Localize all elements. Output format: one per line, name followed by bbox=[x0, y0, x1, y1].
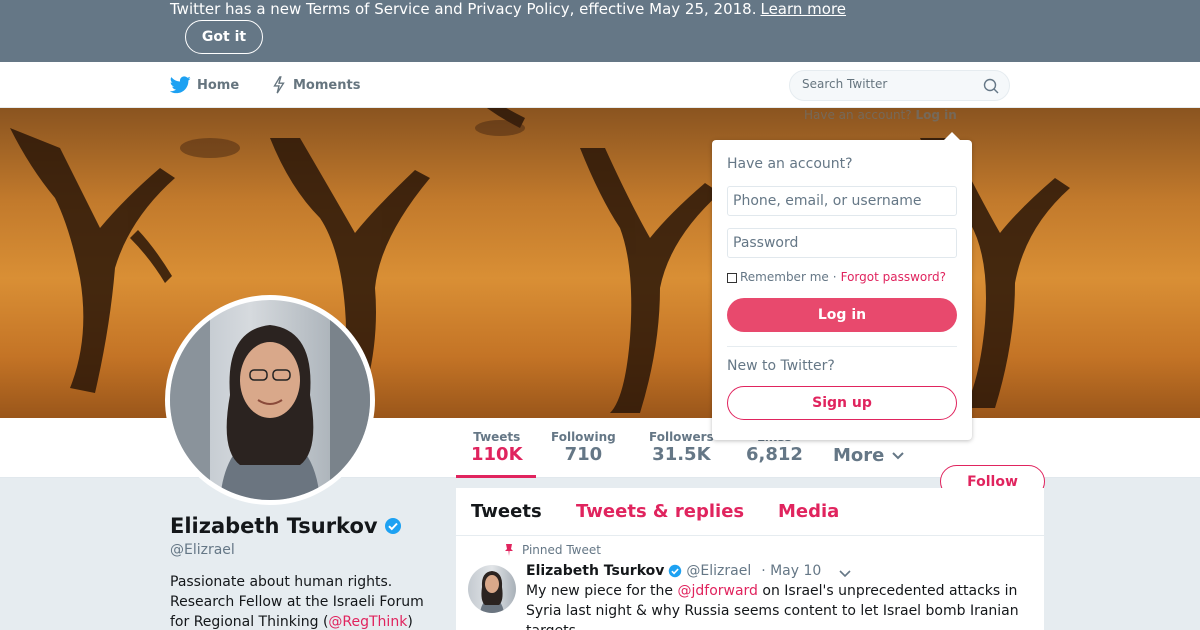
nav-moments-label: Moments bbox=[293, 77, 361, 93]
active-stat-underline bbox=[456, 475, 536, 478]
more-label: More bbox=[833, 445, 885, 466]
new-to-twitter-text: New to Twitter? bbox=[727, 358, 835, 374]
stat-value: 31.5K bbox=[652, 444, 711, 465]
stat-value: 110K bbox=[471, 444, 523, 465]
tweet-text-before: My new piece for the bbox=[526, 583, 678, 599]
profile-avatar[interactable] bbox=[165, 295, 375, 505]
stat-value: 710 bbox=[564, 444, 603, 465]
password-field[interactable] bbox=[727, 228, 957, 258]
tab-tweets-replies[interactable]: Tweets & replies bbox=[576, 501, 744, 522]
tweet-header: Elizabeth Tsurkov @Elizrael · May 10 bbox=[526, 563, 821, 579]
tweet-author-name[interactable]: Elizabeth Tsurkov bbox=[526, 563, 664, 579]
username-field[interactable] bbox=[727, 186, 957, 216]
stat-followers[interactable]: Followers 31.5K bbox=[649, 430, 714, 465]
avatar-photo bbox=[170, 300, 370, 500]
tweet-author-handle[interactable]: @Elizrael bbox=[686, 563, 751, 579]
divider bbox=[727, 346, 957, 347]
separator-dot: · bbox=[832, 270, 837, 284]
nav-home[interactable]: Home bbox=[170, 62, 239, 108]
login-dropdown: Have an account? Remember me · Forgot pa… bbox=[712, 132, 972, 440]
bio-end: ) bbox=[407, 614, 413, 630]
nav-home-label: Home bbox=[197, 77, 240, 93]
chevron-down-icon bbox=[891, 445, 905, 466]
tweet-date[interactable]: · May 10 bbox=[761, 563, 821, 579]
tweet-text: My new piece for the @jdforward on Israe… bbox=[526, 581, 1026, 630]
search-icon[interactable] bbox=[983, 78, 999, 98]
dropdown-caret bbox=[944, 132, 960, 140]
login-title: Have an account? bbox=[727, 156, 853, 172]
remember-me-checkbox[interactable] bbox=[727, 273, 737, 283]
banner-text: Twitter has a new Terms of Service and P… bbox=[170, 0, 846, 18]
more-menu[interactable]: More bbox=[833, 445, 905, 466]
banner-message: Twitter has a new Terms of Service and P… bbox=[170, 0, 757, 18]
tweet-mention-link[interactable]: @jdforward bbox=[677, 583, 757, 599]
got-it-button[interactable]: Got it bbox=[185, 20, 263, 54]
nav-moments[interactable]: Moments bbox=[271, 62, 360, 108]
tab-tweets[interactable]: Tweets bbox=[471, 501, 542, 522]
pinned-text: Pinned Tweet bbox=[522, 543, 601, 557]
remember-row: Remember me · Forgot password? bbox=[727, 270, 946, 284]
remember-me-label[interactable]: Remember me bbox=[740, 270, 829, 284]
stat-label: Tweets bbox=[473, 430, 521, 444]
search-input[interactable] bbox=[802, 77, 972, 91]
stat-label: Followers bbox=[649, 430, 714, 444]
pin-icon bbox=[504, 544, 514, 556]
login-toggle-link[interactable]: Log in bbox=[915, 108, 956, 122]
login-button[interactable]: Log in bbox=[727, 298, 957, 332]
tab-media[interactable]: Media bbox=[778, 501, 839, 522]
verified-badge-icon bbox=[384, 517, 402, 535]
stat-label: Following bbox=[551, 430, 616, 444]
profile-name: Elizabeth Tsurkov bbox=[170, 514, 402, 538]
profile-bio: Passionate about human rights. Research … bbox=[170, 572, 440, 630]
stat-value: 6,812 bbox=[746, 444, 803, 465]
stat-tweets[interactable]: Tweets 110K bbox=[471, 430, 523, 465]
top-navigation: Home Moments bbox=[0, 62, 1200, 108]
learn-more-link[interactable]: Learn more bbox=[760, 0, 846, 18]
bio-mention-link[interactable]: @RegThink bbox=[328, 614, 407, 630]
tos-banner: Twitter has a new Terms of Service and P… bbox=[0, 0, 1200, 62]
twitter-bird-icon bbox=[170, 76, 191, 94]
forgot-password-link[interactable]: Forgot password? bbox=[841, 270, 946, 284]
search-box bbox=[789, 70, 1010, 101]
tweet-avatar[interactable] bbox=[468, 565, 516, 613]
lightning-icon bbox=[271, 76, 287, 94]
profile-handle[interactable]: @Elizrael bbox=[170, 542, 235, 558]
profile-name-text: Elizabeth Tsurkov bbox=[170, 514, 378, 538]
signup-button[interactable]: Sign up bbox=[727, 386, 957, 420]
verified-badge-icon bbox=[668, 564, 682, 578]
stat-following[interactable]: Following 710 bbox=[551, 430, 616, 465]
timeline-tabs: Tweets Tweets & replies Media bbox=[456, 488, 1044, 536]
pinned-tweet-label: Pinned Tweet bbox=[504, 543, 601, 557]
have-account-text: Have an account? bbox=[804, 108, 912, 122]
timeline: Tweets Tweets & replies Media Pinned Twe… bbox=[456, 488, 1044, 630]
have-account-hint: Have an account? Log in bbox=[804, 108, 957, 122]
